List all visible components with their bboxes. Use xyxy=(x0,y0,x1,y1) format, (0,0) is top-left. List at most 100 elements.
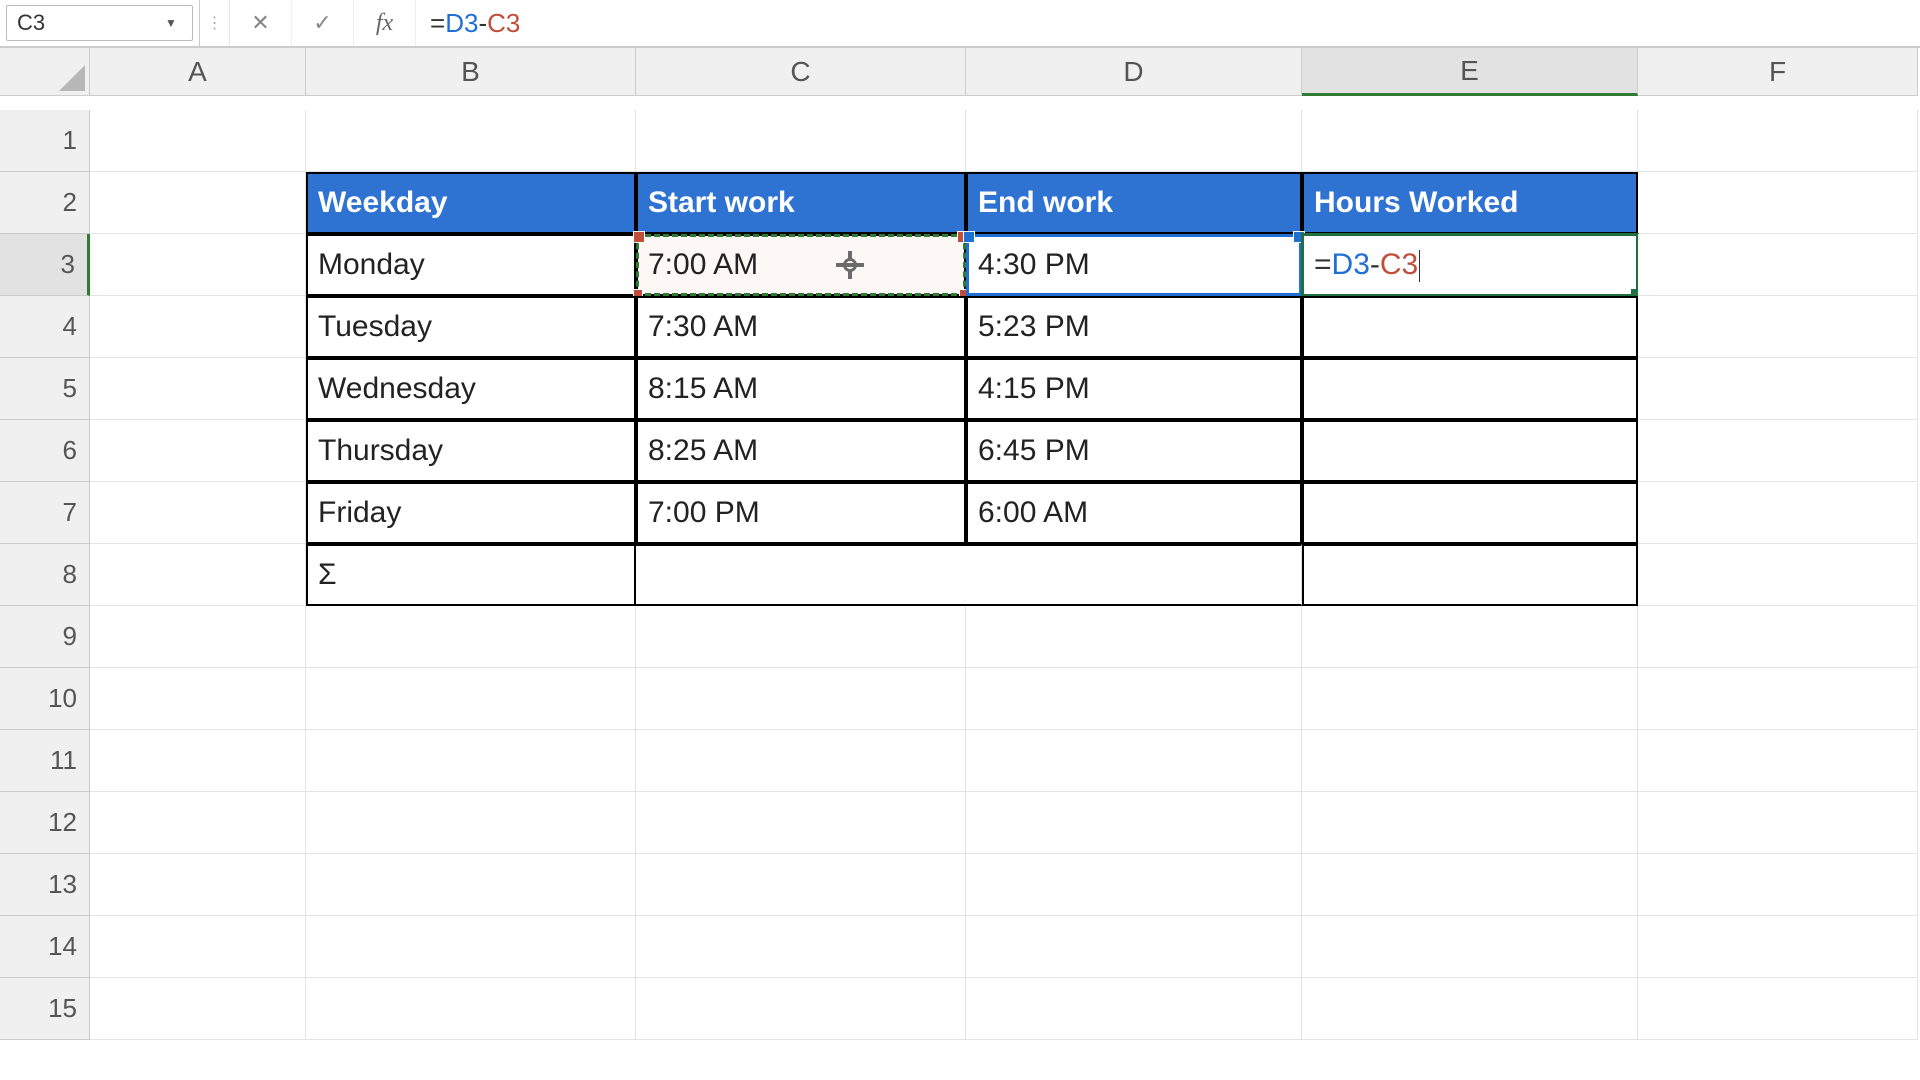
cell-D6[interactable]: 6:45 PM xyxy=(966,420,1302,482)
cell-F6[interactable] xyxy=(1638,420,1918,482)
cell-F2[interactable] xyxy=(1638,172,1918,234)
row-head-4[interactable]: 4 xyxy=(0,296,90,358)
cell-B11[interactable] xyxy=(306,730,636,792)
cell-A8[interactable] xyxy=(90,544,306,606)
formula-input[interactable]: =D3-C3 xyxy=(416,0,1920,46)
cell-C1[interactable] xyxy=(636,110,966,172)
cell-E8[interactable] xyxy=(1302,544,1638,606)
cell-E11[interactable] xyxy=(1302,730,1638,792)
cell-D10[interactable] xyxy=(966,668,1302,730)
row-head-2[interactable]: 2 xyxy=(0,172,90,234)
cell-D5[interactable]: 4:15 PM xyxy=(966,358,1302,420)
name-box[interactable]: C3 ▼ xyxy=(6,5,193,41)
cell-C15[interactable] xyxy=(636,978,966,1040)
col-head-A[interactable]: A xyxy=(90,48,306,96)
cell-F3[interactable] xyxy=(1638,234,1918,296)
col-head-F[interactable]: F xyxy=(1638,48,1918,96)
cell-C14[interactable] xyxy=(636,916,966,978)
cell-B12[interactable] xyxy=(306,792,636,854)
cell-A10[interactable] xyxy=(90,668,306,730)
row-head-8[interactable]: 8 xyxy=(0,544,90,606)
cell-D7[interactable]: 6:00 AM xyxy=(966,482,1302,544)
cell-C6[interactable]: 8:25 AM xyxy=(636,420,966,482)
row-head-12[interactable]: 12 xyxy=(0,792,90,854)
cell-E10[interactable] xyxy=(1302,668,1638,730)
cell-A15[interactable] xyxy=(90,978,306,1040)
cell-A5[interactable] xyxy=(90,358,306,420)
cell-F9[interactable] xyxy=(1638,606,1918,668)
cell-F14[interactable] xyxy=(1638,916,1918,978)
col-head-B[interactable]: B xyxy=(306,48,636,96)
cell-A9[interactable] xyxy=(90,606,306,668)
row-head-9[interactable]: 9 xyxy=(0,606,90,668)
cell-E14[interactable] xyxy=(1302,916,1638,978)
cell-D11[interactable] xyxy=(966,730,1302,792)
cell-A13[interactable] xyxy=(90,854,306,916)
cell-F15[interactable] xyxy=(1638,978,1918,1040)
name-box-dropdown-icon[interactable]: ▼ xyxy=(160,16,182,30)
cell-E3[interactable]: =D3-C3 xyxy=(1302,234,1638,296)
cell-E15[interactable] xyxy=(1302,978,1638,1040)
cell-B8[interactable]: Σ xyxy=(306,544,636,606)
cell-E4[interactable] xyxy=(1302,296,1638,358)
cell-D14[interactable] xyxy=(966,916,1302,978)
cell-A1[interactable] xyxy=(90,110,306,172)
cell-D8[interactable] xyxy=(966,544,1302,606)
cell-C11[interactable] xyxy=(636,730,966,792)
row-head-1[interactable]: 1 xyxy=(0,110,90,172)
enter-button[interactable]: ✓ xyxy=(292,0,354,46)
cell-B3[interactable]: Monday xyxy=(306,234,636,296)
col-head-D[interactable]: D xyxy=(966,48,1302,96)
header-start-work[interactable]: Start work xyxy=(636,172,966,234)
row-head-11[interactable]: 11 xyxy=(0,730,90,792)
header-end-work[interactable]: End work xyxy=(966,172,1302,234)
cell-E13[interactable] xyxy=(1302,854,1638,916)
row-head-7[interactable]: 7 xyxy=(0,482,90,544)
cell-F1[interactable] xyxy=(1638,110,1918,172)
cell-A11[interactable] xyxy=(90,730,306,792)
cell-D15[interactable] xyxy=(966,978,1302,1040)
cell-B5[interactable]: Wednesday xyxy=(306,358,636,420)
row-head-3[interactable]: 3 xyxy=(0,234,90,296)
cell-F13[interactable] xyxy=(1638,854,1918,916)
col-head-C[interactable]: C xyxy=(636,48,966,96)
cell-D3[interactable]: 4:30 PM xyxy=(966,234,1302,296)
cell-D1[interactable] xyxy=(966,110,1302,172)
cell-D13[interactable] xyxy=(966,854,1302,916)
spreadsheet-grid[interactable]: A B C D E F 1 2 Weekday Start work End w… xyxy=(0,48,1920,1040)
cell-F4[interactable] xyxy=(1638,296,1918,358)
cell-B6[interactable]: Thursday xyxy=(306,420,636,482)
cell-E5[interactable] xyxy=(1302,358,1638,420)
cell-F7[interactable] xyxy=(1638,482,1918,544)
cell-E1[interactable] xyxy=(1302,110,1638,172)
cell-B4[interactable]: Tuesday xyxy=(306,296,636,358)
cell-C10[interactable] xyxy=(636,668,966,730)
cell-F10[interactable] xyxy=(1638,668,1918,730)
cell-A7[interactable] xyxy=(90,482,306,544)
header-weekday[interactable]: Weekday xyxy=(306,172,636,234)
cell-B15[interactable] xyxy=(306,978,636,1040)
cell-B9[interactable] xyxy=(306,606,636,668)
cell-B10[interactable] xyxy=(306,668,636,730)
cell-A4[interactable] xyxy=(90,296,306,358)
cell-C12[interactable] xyxy=(636,792,966,854)
cell-E6[interactable] xyxy=(1302,420,1638,482)
cell-B14[interactable] xyxy=(306,916,636,978)
cell-E7[interactable] xyxy=(1302,482,1638,544)
cell-A3[interactable] xyxy=(90,234,306,296)
cell-F5[interactable] xyxy=(1638,358,1918,420)
row-head-13[interactable]: 13 xyxy=(0,854,90,916)
cell-C7[interactable]: 7:00 PM xyxy=(636,482,966,544)
select-all-corner[interactable] xyxy=(0,48,90,96)
cell-E9[interactable] xyxy=(1302,606,1638,668)
cell-B1[interactable] xyxy=(306,110,636,172)
col-head-E[interactable]: E xyxy=(1302,48,1638,96)
cell-B13[interactable] xyxy=(306,854,636,916)
row-head-15[interactable]: 15 xyxy=(0,978,90,1040)
cell-D9[interactable] xyxy=(966,606,1302,668)
cell-C3[interactable]: 7:00 AM xyxy=(636,234,966,296)
cell-C5[interactable]: 8:15 AM xyxy=(636,358,966,420)
cell-C9[interactable] xyxy=(636,606,966,668)
row-head-14[interactable]: 14 xyxy=(0,916,90,978)
cell-C4[interactable]: 7:30 AM xyxy=(636,296,966,358)
